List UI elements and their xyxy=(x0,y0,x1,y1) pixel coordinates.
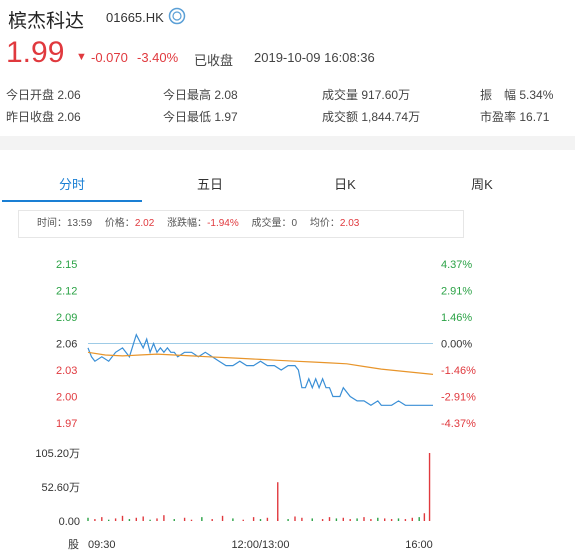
price-tick-label: 2.03 xyxy=(56,365,77,377)
stat-open-value: 2.06 xyxy=(57,88,81,102)
down-arrow-icon: ▼ xyxy=(76,51,87,63)
info-vol-label: 成交量： xyxy=(251,218,292,229)
stat-open-label: 今日开盘 xyxy=(6,88,55,102)
time-tick-label: 12:00/13:00 xyxy=(231,539,289,551)
price-change: -0.070 xyxy=(91,50,128,65)
time-tick-label: 16:00 xyxy=(405,539,433,551)
stat-low-label: 今日最低 xyxy=(163,110,212,124)
price-change-percent: -3.40% xyxy=(137,50,179,65)
intraday-chart[interactable]: 2.15 2.12 2.09 2.06 2.03 2.00 1.97 4.37% 2.91% 1.… xyxy=(0,245,575,558)
stat-turnover-value: 1,844.74万 xyxy=(361,110,421,124)
price-tick-label: 1.97 xyxy=(56,418,77,430)
stat-prev-value: 2.06 xyxy=(57,110,81,124)
percent-tick-label: 2.91% xyxy=(441,286,472,298)
stat-low: 今日最低 1.97 xyxy=(163,108,238,125)
volume-tick-label: 105.20万 xyxy=(35,448,80,460)
volume-tick-label: 52.60万 xyxy=(41,482,80,494)
stat-amplitude: 振 幅 5.34% xyxy=(480,86,553,103)
percent-tick-label: -2.91% xyxy=(441,392,476,404)
update-time: 2019-10-09 16:08:36 xyxy=(254,50,375,65)
info-time-label: 时间： xyxy=(37,218,67,229)
info-avg-value: 2.03 xyxy=(339,218,360,229)
stat-high-label: 今日最高 xyxy=(163,88,212,102)
percent-tick-label: -1.46% xyxy=(441,365,476,377)
stock-code: 01665.HK xyxy=(106,10,164,25)
stat-open: 今日开盘 2.06 xyxy=(6,86,81,103)
market-status: 已收盘 xyxy=(194,53,234,68)
info-chg-label: 涨跌幅： xyxy=(167,218,208,229)
stat-amp-value: 5.34% xyxy=(519,88,554,102)
stat-pe: 市盈率 16.71 xyxy=(480,108,549,125)
price-tick-label: 2.09 xyxy=(56,312,77,324)
price-tick-label: 2.12 xyxy=(56,286,77,298)
stat-turnover: 成交额 1,844.74万 xyxy=(322,108,420,125)
price-tick-label: 2.15 xyxy=(56,259,77,271)
price-tick-label: 2.06 xyxy=(56,339,77,351)
percent-tick-label: 4.37% xyxy=(441,259,472,271)
tab-daily-k[interactable]: 日K xyxy=(275,170,415,200)
stat-volume-label: 成交量 xyxy=(322,88,359,102)
info-time-value: 13:59 xyxy=(67,218,93,229)
crosshair-info-box: 时间：13:59 价格：2.02 涨跌幅：-1.94% 成交量：0 均价：2.0… xyxy=(18,210,464,238)
stat-amp-label: 振 幅 xyxy=(480,88,517,102)
stat-prev-close: 昨日收盘 2.06 xyxy=(6,108,81,125)
stat-volume: 成交量 917.60万 xyxy=(322,86,410,103)
stat-pe-value: 16.71 xyxy=(519,110,550,124)
chart-tabs: 分时 五日 日K 周K xyxy=(0,170,575,202)
tab-five-day[interactable]: 五日 xyxy=(140,170,280,200)
current-price: 1.99 xyxy=(6,36,65,69)
volume-axis-label: 股 xyxy=(68,538,79,551)
time-tick-label: 09:30 xyxy=(88,539,116,551)
price-tick-label: 2.00 xyxy=(56,392,77,404)
stat-low-value: 1.97 xyxy=(214,110,238,124)
info-price-label: 价格： xyxy=(104,218,135,229)
stat-high: 今日最高 2.08 xyxy=(163,86,238,103)
stat-turnover-label: 成交额 xyxy=(322,110,359,124)
average-price-line xyxy=(87,351,434,375)
stat-high-value: 2.08 xyxy=(214,88,238,102)
stat-prev-label: 昨日收盘 xyxy=(6,110,55,124)
section-divider xyxy=(0,136,575,150)
refresh-icon[interactable] xyxy=(168,7,186,25)
info-vol-value: 0 xyxy=(291,218,298,229)
tab-intraday[interactable]: 分时 xyxy=(2,170,142,202)
percent-tick-label: 0.00% xyxy=(441,339,472,351)
info-chg-value: -1.94% xyxy=(207,218,239,229)
stat-volume-value: 917.60万 xyxy=(361,88,411,102)
stat-pe-label: 市盈率 xyxy=(480,110,517,124)
stock-name: 槟杰科达 xyxy=(8,10,85,32)
percent-tick-label: 1.46% xyxy=(441,312,472,324)
info-avg-label: 均价： xyxy=(309,218,340,229)
price-line xyxy=(87,333,433,407)
percent-tick-label: -4.37% xyxy=(441,418,476,430)
tab-weekly-k[interactable]: 周K xyxy=(412,170,552,200)
volume-tick-label: 0.00 xyxy=(59,516,80,528)
info-price-value: 2.02 xyxy=(134,218,155,229)
